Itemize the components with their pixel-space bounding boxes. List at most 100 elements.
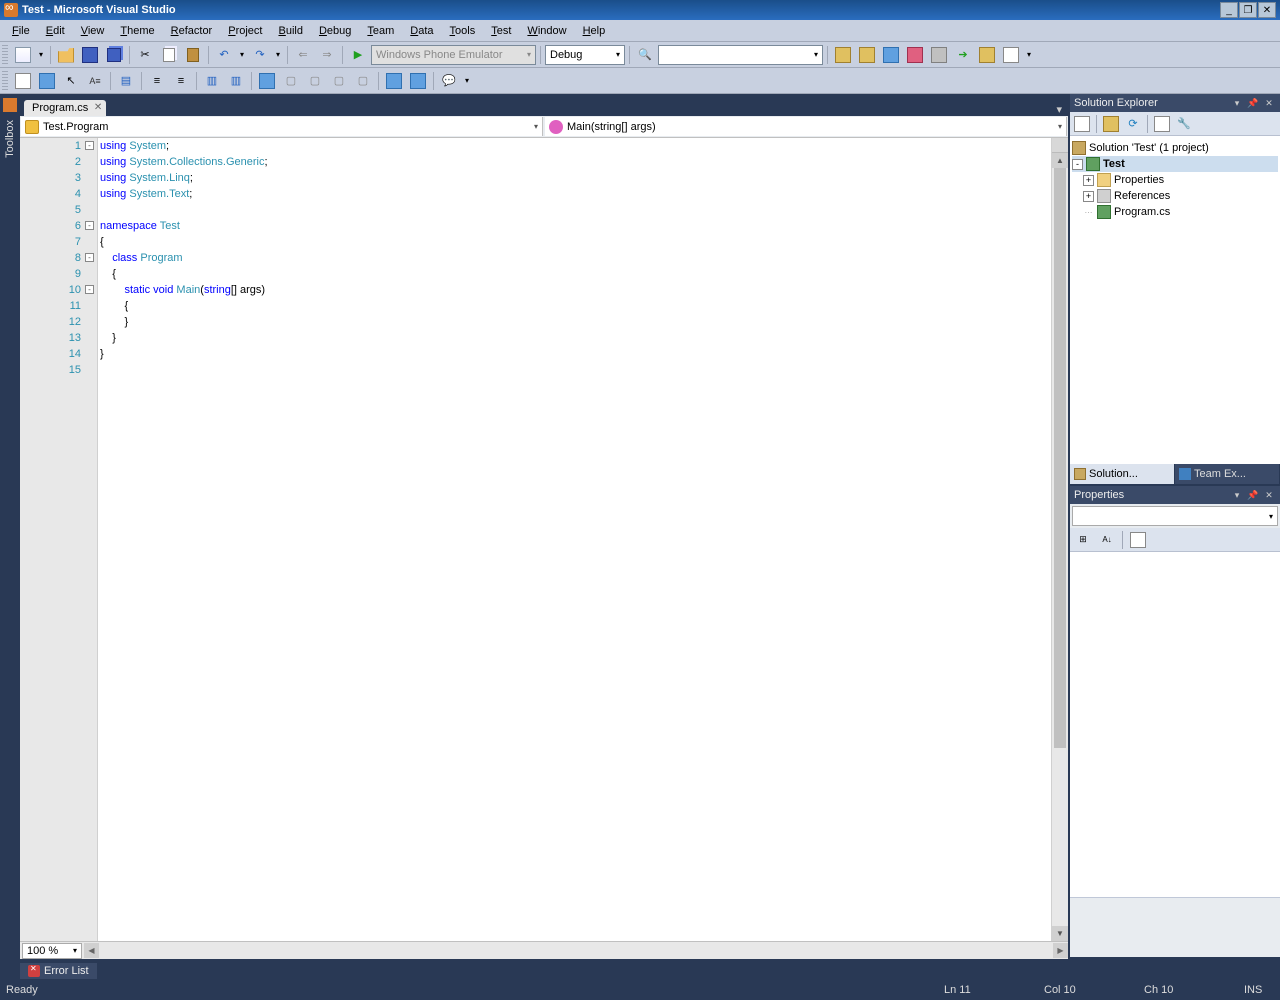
- redo-dropdown[interactable]: ▾: [273, 44, 283, 66]
- tb2-s1[interactable]: 💬: [438, 70, 460, 92]
- error-list-tab[interactable]: Error List: [20, 963, 97, 979]
- code-editor[interactable]: using System;using System.Collections.Ge…: [98, 138, 1051, 941]
- cut-button[interactable]: ✂: [134, 44, 156, 66]
- scroll-down-button[interactable]: ▼: [1052, 926, 1068, 941]
- menu-file[interactable]: File: [4, 23, 38, 39]
- class-combo[interactable]: Test.Program ▾: [21, 117, 543, 136]
- vertical-scrollbar[interactable]: ▲ ▼: [1051, 138, 1068, 941]
- close-window-button[interactable]: ✕: [1258, 2, 1276, 18]
- collapse-button[interactable]: -: [1072, 159, 1083, 170]
- tab-close-button[interactable]: ✕: [94, 102, 102, 113]
- menu-edit[interactable]: Edit: [38, 23, 73, 39]
- tb-ext-4[interactable]: [904, 44, 926, 66]
- tb2-1[interactable]: [12, 70, 34, 92]
- nav-fwd-button[interactable]: ⇒: [316, 44, 338, 66]
- scroll-left-button[interactable]: ◀: [84, 943, 99, 958]
- tb2-n1[interactable]: [383, 70, 405, 92]
- undo-dropdown[interactable]: ▾: [237, 44, 247, 66]
- toolbox-strip[interactable]: Toolbox: [0, 94, 20, 959]
- emulator-combo[interactable]: Windows Phone Emulator▾: [371, 45, 536, 65]
- tb-ext-1[interactable]: [832, 44, 854, 66]
- copy-button[interactable]: [158, 44, 180, 66]
- menu-window[interactable]: Window: [519, 23, 574, 39]
- references-node[interactable]: + References: [1072, 188, 1278, 204]
- comment-button[interactable]: ▤: [115, 70, 137, 92]
- se-tb-1[interactable]: [1072, 114, 1092, 134]
- tb2-b5[interactable]: ▢: [352, 70, 374, 92]
- menu-tools[interactable]: Tools: [442, 23, 484, 39]
- scroll-up-button[interactable]: ▲: [1052, 153, 1068, 168]
- se-tb-2[interactable]: [1101, 114, 1121, 134]
- panel-menu-button[interactable]: ▾: [1230, 488, 1244, 502]
- fold-button[interactable]: -: [85, 285, 94, 294]
- menu-build[interactable]: Build: [270, 23, 310, 39]
- tb-ext-8[interactable]: [1000, 44, 1022, 66]
- menu-debug[interactable]: Debug: [311, 23, 359, 39]
- panel-menu-button[interactable]: ▾: [1230, 96, 1244, 110]
- team-explorer-tab[interactable]: Team Ex...: [1175, 464, 1280, 484]
- scroll-right-button[interactable]: ▶: [1053, 943, 1068, 958]
- open-file-button[interactable]: [55, 44, 77, 66]
- indent-less-button[interactable]: ≡: [146, 70, 168, 92]
- tab-overflow-button[interactable]: ▾: [1050, 103, 1068, 116]
- expand-button[interactable]: +: [1083, 191, 1094, 202]
- toolbar-grip-2[interactable]: [2, 71, 8, 91]
- split-button[interactable]: [1052, 138, 1068, 153]
- menu-refactor[interactable]: Refactor: [163, 23, 221, 39]
- tb-ext-2[interactable]: [856, 44, 878, 66]
- nav-back-button[interactable]: ⇐: [292, 44, 314, 66]
- panel-pin-button[interactable]: 📌: [1246, 488, 1260, 502]
- property-pages-button[interactable]: [1127, 529, 1149, 551]
- paste-button[interactable]: [182, 44, 204, 66]
- new-dropdown[interactable]: ▾: [36, 44, 46, 66]
- se-tb-4[interactable]: [1152, 114, 1172, 134]
- save-button[interactable]: [79, 44, 101, 66]
- zoom-combo[interactable]: 100 %▾: [22, 943, 82, 959]
- menu-test[interactable]: Test: [483, 23, 519, 39]
- menu-team[interactable]: Team: [359, 23, 402, 39]
- minimize-button[interactable]: _: [1220, 2, 1238, 18]
- scroll-thumb[interactable]: [1054, 168, 1066, 748]
- tb2-b2[interactable]: ▢: [280, 70, 302, 92]
- config-combo[interactable]: Debug▾: [545, 45, 625, 65]
- find-button[interactable]: 🔍: [634, 44, 656, 66]
- solution-node[interactable]: Solution 'Test' (1 project): [1072, 140, 1278, 156]
- tb2-b3[interactable]: ▢: [304, 70, 326, 92]
- maximize-button[interactable]: ❐: [1239, 2, 1257, 18]
- bookmark-button[interactable]: [256, 70, 278, 92]
- tb2-n2[interactable]: [407, 70, 429, 92]
- fold-button[interactable]: -: [85, 253, 94, 262]
- solution-explorer-title[interactable]: Solution Explorer ▾ 📌 ✕: [1070, 94, 1280, 112]
- tb2-4[interactable]: A≡: [84, 70, 106, 92]
- fold-button[interactable]: -: [85, 141, 94, 150]
- project-node[interactable]: - Test: [1072, 156, 1278, 172]
- tb-ext-5[interactable]: [928, 44, 950, 66]
- panel-pin-button[interactable]: 📌: [1246, 96, 1260, 110]
- menu-theme[interactable]: Theme: [112, 23, 162, 39]
- tb-ext-3[interactable]: [880, 44, 902, 66]
- toolbar-grip[interactable]: [2, 45, 8, 65]
- properties-node[interactable]: + Properties: [1072, 172, 1278, 188]
- tb-ext-7[interactable]: [976, 44, 998, 66]
- tb2-overflow[interactable]: ▾: [462, 70, 472, 92]
- solution-explorer-tab[interactable]: Solution...: [1070, 464, 1175, 484]
- categorized-button[interactable]: ⊞: [1072, 529, 1094, 551]
- line-number-gutter[interactable]: 123456789101112131415----: [20, 138, 98, 941]
- panel-close-button[interactable]: ✕: [1262, 96, 1276, 110]
- tb2-3[interactable]: ↖: [60, 70, 82, 92]
- tb2-b4[interactable]: ▢: [328, 70, 350, 92]
- menu-help[interactable]: Help: [575, 23, 614, 39]
- file-node[interactable]: ⋯ Program.cs: [1072, 204, 1278, 220]
- panel-close-button[interactable]: ✕: [1262, 488, 1276, 502]
- find-combo[interactable]: ▾: [658, 45, 823, 65]
- properties-object-combo[interactable]: ▾: [1072, 506, 1278, 526]
- se-properties-button[interactable]: 🔧: [1174, 114, 1194, 134]
- tb-overflow[interactable]: ▾: [1024, 44, 1034, 66]
- expand-button[interactable]: +: [1083, 175, 1094, 186]
- properties-grid[interactable]: [1070, 552, 1280, 897]
- tb-ext-6[interactable]: ➔: [952, 44, 974, 66]
- undo-button[interactable]: ↶: [213, 44, 235, 66]
- redo-button[interactable]: ↷: [249, 44, 271, 66]
- menu-project[interactable]: Project: [220, 23, 270, 39]
- member-combo[interactable]: Main(string[] args) ▾: [545, 117, 1067, 136]
